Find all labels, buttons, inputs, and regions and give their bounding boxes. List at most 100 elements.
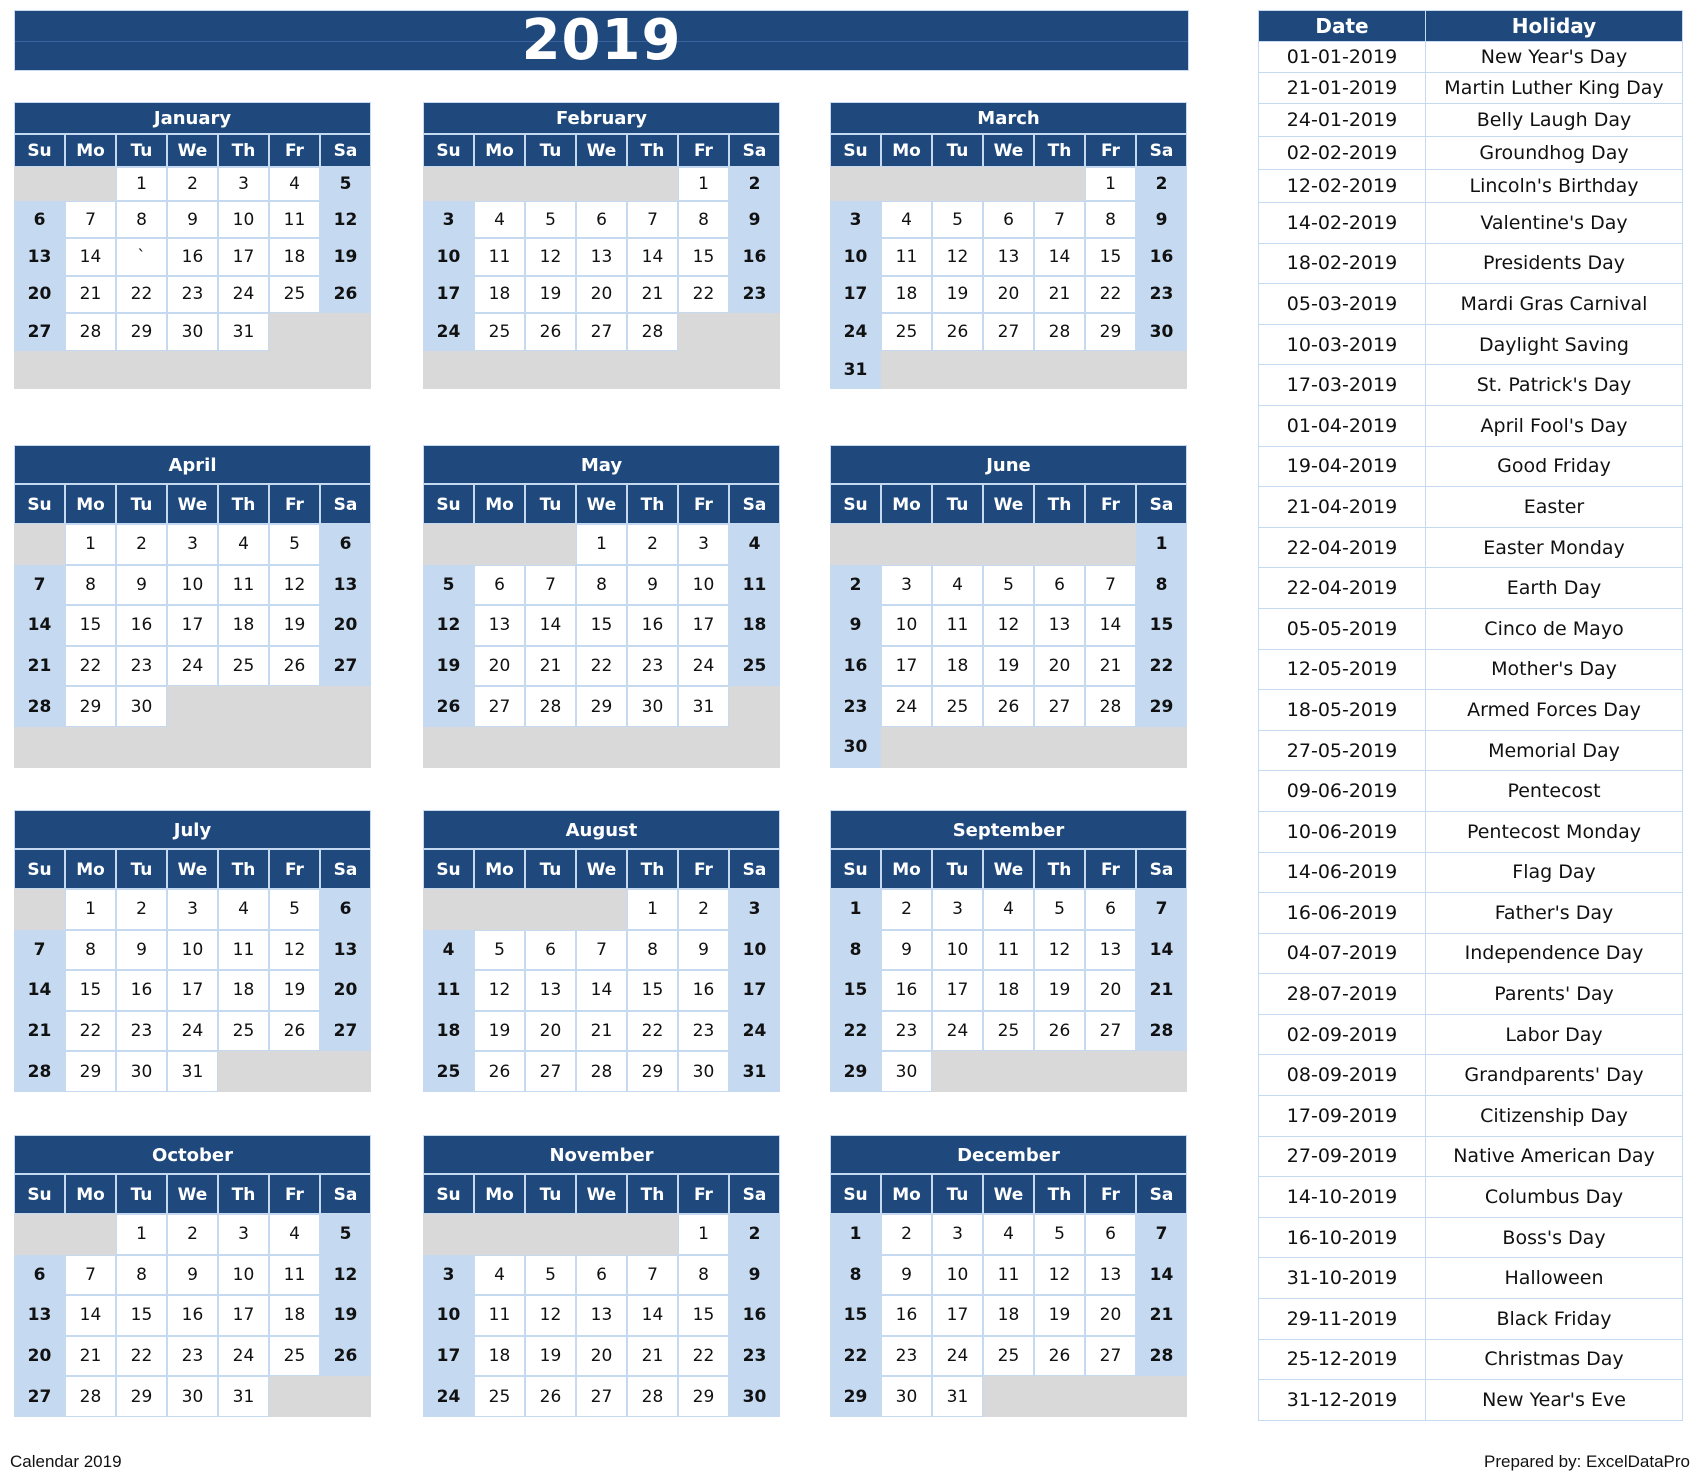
day-cell: 11 (932, 605, 983, 646)
weekend-day-cell: 5 (320, 167, 371, 201)
day-cell: 4 (269, 1214, 320, 1255)
weekend-day-cell: 7 (14, 929, 65, 971)
weekday-label: Su (423, 134, 474, 167)
holiday-row: 14-06-2019 Flag Day (1258, 851, 1683, 894)
holiday-date: 17-03-2019 (1258, 364, 1426, 406)
weekday-header-row: Su Mo Tu We Th Fr Sa (830, 849, 1187, 889)
day-cell: 14 (525, 605, 576, 646)
day-cell: 26 (932, 313, 983, 351)
holiday-name: Native American Day (1425, 1135, 1683, 1178)
weekday-label: We (983, 134, 1034, 167)
weekday-label: Tu (932, 849, 983, 889)
empty-day-cell (423, 167, 474, 201)
weekend-day-cell: 12 (320, 1254, 371, 1296)
day-cell: 9 (167, 201, 218, 238)
day-cell: 10 (167, 929, 218, 971)
holiday-date: 01-04-2019 (1258, 404, 1426, 447)
weekday-label: Tu (116, 1174, 167, 1214)
day-cell: 3 (167, 524, 218, 565)
weekend-day-cell: 17 (423, 275, 474, 313)
day-cell: 3 (932, 889, 983, 930)
weekday-label: Su (830, 484, 881, 524)
weekend-day-cell: 1 (830, 1214, 881, 1255)
day-cell: 8 (576, 564, 627, 606)
empty-day-cell (65, 350, 116, 389)
day-cell: 30 (881, 1051, 932, 1092)
weekday-label: Sa (729, 1174, 780, 1214)
empty-day-cell (269, 350, 320, 389)
weekday-label: Su (830, 1174, 881, 1214)
day-cell: 21 (576, 1010, 627, 1052)
day-cell: 5 (525, 1254, 576, 1296)
holiday-name: Flag Day (1425, 851, 1683, 894)
weekend-day-cell: 11 (729, 564, 780, 606)
weekend-day-cell: 9 (729, 201, 780, 238)
weekend-day-cell: 8 (830, 929, 881, 971)
empty-day-cell (269, 686, 320, 727)
weekday-label: Sa (320, 484, 371, 524)
weekend-day-cell: 22 (830, 1335, 881, 1377)
day-cell: 30 (116, 686, 167, 727)
empty-day-cell (269, 1051, 320, 1092)
weekday-label: Sa (1136, 134, 1187, 167)
empty-day-cell (14, 726, 65, 768)
day-cell: 28 (627, 1376, 678, 1417)
day-cell: 10 (678, 564, 729, 606)
holiday-name: Citizenship Day (1425, 1095, 1683, 1137)
holiday-row: 21-04-2019 Easter (1258, 486, 1683, 528)
holiday-date: 05-05-2019 (1258, 607, 1426, 650)
day-cell: 14 (65, 1295, 116, 1336)
empty-day-cell (116, 726, 167, 768)
empty-day-cell (678, 350, 729, 389)
day-grid: 1 2 3 4 5 6 7 8 9 10 11 12 13 14 15 16 17 18 19 20 21 22 23 24 2… (830, 524, 1187, 768)
holiday-row: 27-05-2019 Memorial Day (1258, 729, 1683, 772)
weekday-label: We (167, 849, 218, 889)
holiday-date: 22-04-2019 (1258, 526, 1426, 569)
month-april: April Su Mo Tu We Th Fr Sa 1 2 3 4 5 6 7 8 9 10 11 12 13 14 15… (14, 445, 371, 768)
day-cell: 7 (65, 1254, 116, 1296)
holiday-date: 18-05-2019 (1258, 689, 1426, 731)
holiday-row: 04-07-2019 Independence Day (1258, 932, 1683, 975)
day-cell: 29 (116, 313, 167, 351)
weekend-day-cell: 15 (830, 970, 881, 1011)
day-cell: 20 (474, 645, 525, 687)
weekend-day-cell: 2 (830, 564, 881, 606)
weekend-day-cell: 9 (830, 605, 881, 646)
weekday-header-row: Su Mo Tu We Th Fr Sa (830, 1174, 1187, 1214)
weekday-label: Fr (1085, 1174, 1136, 1214)
weekend-day-cell: 16 (729, 1295, 780, 1336)
weekday-label: Fr (678, 849, 729, 889)
empty-day-cell (14, 1214, 65, 1255)
holiday-name: New Year's Eve (1425, 1379, 1683, 1421)
holiday-row: 01-04-2019 April Fool's Day (1258, 404, 1683, 447)
weekday-label: Fr (1085, 849, 1136, 889)
day-cell: 12 (525, 238, 576, 276)
month-title: March (830, 102, 1187, 134)
day-cell: 18 (269, 238, 320, 276)
empty-day-cell (729, 686, 780, 727)
weekday-label: Tu (525, 1174, 576, 1214)
day-cell: 19 (932, 275, 983, 313)
empty-day-cell (1034, 350, 1085, 389)
weekend-day-cell: 6 (14, 1254, 65, 1296)
weekday-label: Tu (525, 134, 576, 167)
weekend-day-cell: 29 (1136, 686, 1187, 727)
day-cell: 31 (218, 1376, 269, 1417)
month-december: December Su Mo Tu We Th Fr Sa 1 2 3 4 5 6 7 8 9 10 11 12 13 1… (830, 1135, 1187, 1417)
weekday-header-row: Su Mo Tu We Th Fr Sa (423, 849, 780, 889)
weekday-label: Sa (320, 849, 371, 889)
day-cell: 25 (269, 1335, 320, 1377)
day-cell: 4 (269, 167, 320, 201)
empty-day-cell (881, 350, 932, 389)
weekend-day-cell: 22 (1136, 645, 1187, 687)
holiday-date: 12-02-2019 (1258, 169, 1426, 203)
day-cell: 26 (525, 313, 576, 351)
weekday-label: Fr (269, 849, 320, 889)
weekday-header-row: Su Mo Tu We Th Fr Sa (14, 1174, 371, 1214)
day-cell: 1 (678, 1214, 729, 1255)
day-cell: 10 (218, 201, 269, 238)
day-cell: 23 (167, 275, 218, 313)
day-cell: 10 (167, 564, 218, 606)
weekday-label: Th (1034, 1174, 1085, 1214)
empty-day-cell (525, 889, 576, 930)
